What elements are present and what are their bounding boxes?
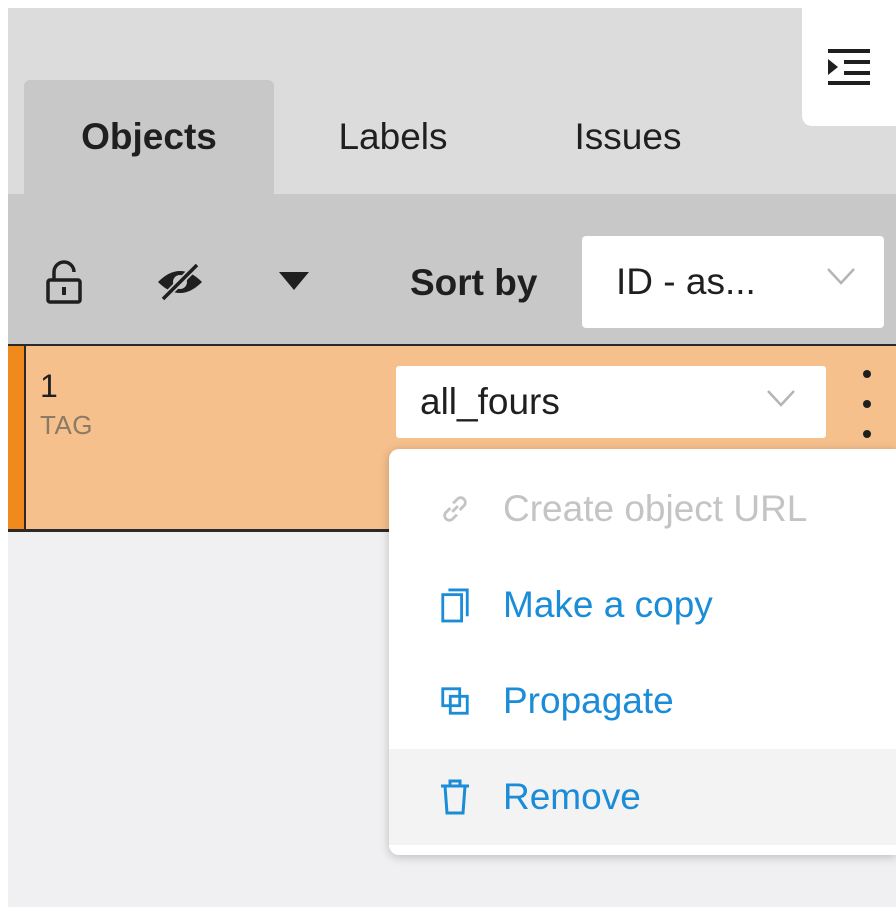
- copy-icon: [441, 588, 469, 623]
- more-vertical-icon-dot: [863, 400, 871, 408]
- menu-item-label: Make a copy: [503, 584, 713, 625]
- more-vertical-icon: [863, 370, 871, 378]
- indent-menu-icon: [828, 49, 870, 85]
- link-icon: [443, 496, 467, 522]
- unlock-icon: [46, 260, 82, 304]
- tab-labels[interactable]: Labels: [298, 80, 488, 194]
- eye-off-icon: [158, 262, 202, 302]
- collapse-sidebar-button[interactable]: [802, 8, 896, 126]
- objects-toolbar: Sort by ID - as...: [8, 194, 896, 344]
- menu-item-label: Propagate: [503, 680, 674, 721]
- object-color-accent: [8, 346, 26, 529]
- menu-item-remove[interactable]: Remove: [389, 749, 896, 845]
- sort-by-label: Sort by: [410, 262, 538, 303]
- sort-by-value: ID - as...: [616, 261, 756, 302]
- expand-all-button[interactable]: [274, 266, 314, 296]
- menu-item-propagate[interactable]: Propagate: [389, 653, 896, 749]
- tab-objects[interactable]: Objects: [24, 80, 274, 194]
- trash-icon: [441, 779, 469, 815]
- object-type: TAG: [40, 410, 94, 440]
- chevron-down-icon: [827, 268, 855, 285]
- object-label-value: all_fours: [420, 381, 560, 422]
- object-id: 1: [40, 368, 58, 404]
- menu-item-label: Remove: [503, 776, 641, 817]
- unlock-all-button[interactable]: [40, 258, 88, 306]
- tab-issues[interactable]: Issues: [528, 80, 728, 194]
- menu-item-label: Create object URL: [503, 488, 808, 529]
- sort-by-select[interactable]: ID - as...: [582, 236, 884, 328]
- object-actions-button[interactable]: [852, 366, 882, 442]
- object-label-select[interactable]: all_fours: [396, 366, 826, 438]
- hide-all-button[interactable]: [152, 258, 208, 306]
- menu-item-create-object-url[interactable]: Create object URL: [389, 461, 896, 557]
- propagate-icon: [441, 687, 469, 715]
- more-vertical-icon-dot: [863, 430, 871, 438]
- object-actions-menu: Create object URL Make a copy Propagate: [389, 449, 896, 855]
- chevron-down-icon: [767, 390, 795, 407]
- menu-item-make-a-copy[interactable]: Make a copy: [389, 557, 896, 653]
- tab-bar: Objects Labels Issues: [8, 8, 896, 194]
- caret-down-icon: [279, 272, 309, 290]
